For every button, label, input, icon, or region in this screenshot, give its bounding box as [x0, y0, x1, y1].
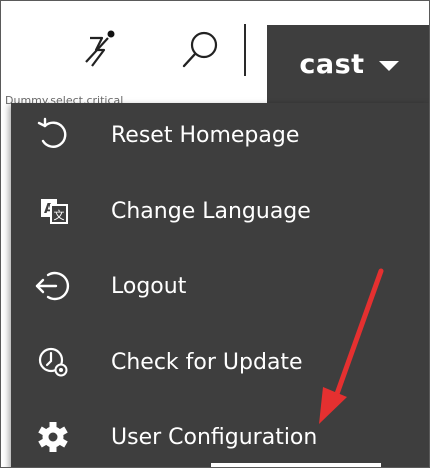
search-icon[interactable]: [177, 27, 223, 73]
toolbar-divider: [244, 24, 246, 76]
menu-item-label: User Configuration: [111, 424, 318, 450]
user-name: cast: [299, 48, 365, 80]
update-clock-icon: [33, 342, 73, 382]
notification-off-icon[interactable]: [75, 27, 121, 73]
reset-icon: [33, 115, 73, 155]
menu-item-label: Change Language: [111, 198, 311, 224]
top-toolbar: cast Dummy.select.critical: [1, 1, 429, 107]
menu-item-reset-homepage[interactable]: Reset Homepage: [11, 103, 429, 167]
menu-item-change-language[interactable]: A 文 Change Language: [11, 179, 429, 243]
menu-item-check-for-update[interactable]: Check for Update: [11, 330, 429, 394]
menu-item-label: Logout: [111, 273, 187, 299]
svg-text:文: 文: [54, 208, 65, 222]
menu-item-logout[interactable]: Logout: [11, 254, 429, 318]
window: cast Dummy.select.critical Reset Homepag…: [0, 0, 430, 468]
user-dropdown-menu: Reset Homepage A 文 Change Language Logou…: [11, 103, 429, 467]
menu-item-label: Reset Homepage: [111, 122, 300, 148]
menu-item-label: Check for Update: [111, 349, 303, 375]
logout-icon: [33, 266, 73, 306]
chevron-down-icon: [378, 60, 399, 71]
user-menu-button[interactable]: cast: [267, 25, 429, 103]
language-icon: A 文: [33, 191, 73, 231]
gear-icon: [33, 417, 73, 457]
menu-item-user-configuration[interactable]: User Configuration: [11, 405, 429, 467]
bottom-divider: [211, 463, 381, 467]
